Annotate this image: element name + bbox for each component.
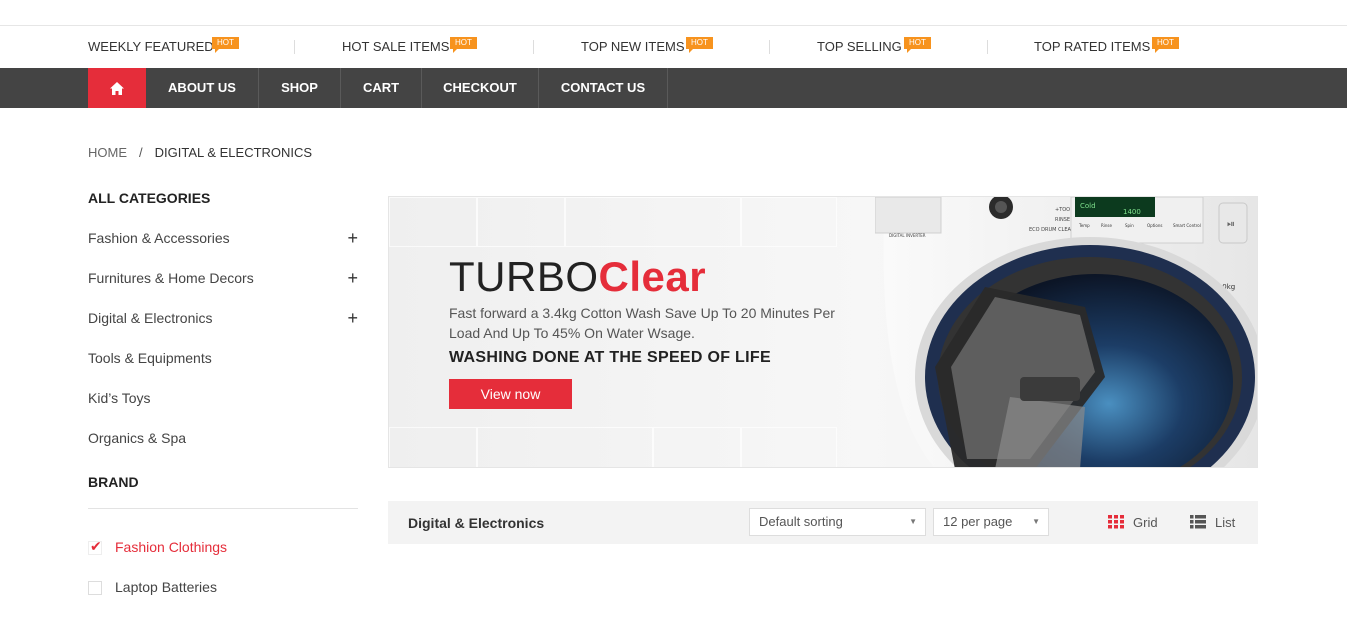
per-page-select[interactable]: 12 per page ▼	[933, 508, 1049, 536]
chevron-down-icon: ▼	[1032, 517, 1040, 526]
category-organics-spa[interactable]: Organics & Spa	[88, 430, 358, 450]
brand-checkbox[interactable]	[88, 581, 102, 595]
hot-badge: HOT	[450, 37, 477, 53]
featured-link-label: HOT SALE ITEMS	[342, 39, 450, 54]
banner-title: TURBOClear	[449, 253, 706, 301]
svg-text:Smart Control: Smart Control	[1173, 223, 1201, 228]
svg-text:Cold: Cold	[1080, 202, 1096, 210]
banner-title-part1: TURBO	[449, 253, 599, 300]
expand-plus-icon[interactable]: +	[347, 228, 358, 249]
banner-title-part2: Clear	[598, 253, 707, 300]
washing-machine-image: +TOOL RINSE+SPIN ECO DRUM CLEAN Cold 140…	[875, 197, 1257, 467]
breadcrumb-home-link[interactable]: HOME	[88, 145, 127, 160]
brand-divider	[88, 508, 358, 509]
grid-view-label: Grid	[1133, 515, 1158, 530]
featured-link-top-rated-items[interactable]: TOP RATED ITEMS HOT	[1034, 37, 1179, 54]
expand-plus-icon[interactable]: +	[347, 268, 358, 289]
svg-text:Temp: Temp	[1078, 223, 1090, 228]
sorting-select-value: Default sorting	[759, 514, 843, 529]
banner-tile	[741, 427, 837, 467]
main-nav: ABOUT US SHOP CART CHECKOUT CONTACT US	[0, 68, 1347, 108]
category-label: Kid’s Toys	[88, 390, 151, 406]
category-tools-equipments[interactable]: Tools & Equipments	[88, 350, 358, 370]
breadcrumb-separator: /	[139, 145, 143, 160]
list-icon	[1190, 515, 1206, 529]
nav-item-contact-us[interactable]: CONTACT US	[539, 68, 668, 108]
list-view-label: List	[1215, 515, 1236, 530]
featured-divider	[533, 40, 534, 54]
banner-description: Fast forward a 3.4kg Cotton Wash Save Up…	[449, 305, 835, 341]
svg-text:1400: 1400	[1123, 208, 1141, 216]
featured-link-top-new-items[interactable]: TOP NEW ITEMS HOT	[581, 37, 713, 54]
banner-tile	[389, 427, 477, 467]
svg-text:Options: Options	[1147, 223, 1162, 228]
category-fashion-accessories[interactable]: Fashion & Accessories +	[88, 228, 358, 250]
hot-badge: HOT	[904, 37, 931, 53]
nav-item-cart[interactable]: CART	[341, 68, 422, 108]
banner-tile	[477, 427, 653, 467]
banner-tile	[565, 197, 741, 247]
featured-divider	[769, 40, 770, 54]
banner-tile	[389, 197, 477, 247]
nav-item-about-us[interactable]: ABOUT US	[146, 68, 259, 108]
category-title: Digital & Electronics	[408, 515, 545, 531]
hot-badge: HOT	[1152, 37, 1179, 53]
brand-label: Fashion Clothings	[115, 539, 228, 555]
category-kids-toys[interactable]: Kid’s Toys	[88, 390, 358, 410]
grid-icon	[1108, 515, 1124, 529]
sorting-select[interactable]: Default sorting ▼	[749, 508, 926, 536]
nav-item-shop[interactable]: SHOP	[259, 68, 341, 108]
banner-tagline: WASHING DONE AT THE SPEED OF LIFE	[449, 349, 771, 366]
per-page-select-value: 12 per page	[943, 514, 1013, 529]
banner-tile	[741, 197, 837, 247]
svg-text:Spin: Spin	[1125, 223, 1134, 228]
banner-tile	[477, 197, 565, 247]
product-toolbar: Digital & Electronics Default sorting ▼ …	[388, 501, 1258, 544]
breadcrumb: HOME / DIGITAL & ELECTRONICS	[88, 145, 312, 160]
category-label: Digital & Electronics	[88, 310, 213, 326]
category-label: Fashion & Accessories	[88, 230, 230, 246]
sidebar: ALL CATEGORIES Fashion & Accessories + F…	[88, 190, 358, 595]
featured-link-top-selling[interactable]: TOP SELLING HOT	[817, 37, 931, 54]
home-icon	[110, 81, 124, 95]
featured-links-bar: WEEKLY FEATURED HOT HOT SALE ITEMS HOT T…	[88, 27, 1258, 68]
svg-text:+TOOL: +TOOL	[1055, 207, 1073, 213]
view-now-button[interactable]: View now	[449, 379, 572, 409]
category-digital-electronics[interactable]: Digital & Electronics +	[88, 308, 358, 330]
nav-item-checkout[interactable]: CHECKOUT	[422, 68, 539, 108]
featured-link-label: TOP NEW ITEMS	[581, 39, 685, 54]
checkmark-icon: ✔	[90, 538, 102, 554]
chevron-down-icon: ▼	[909, 517, 917, 526]
svg-text:DIGITAL INVERTER: DIGITAL INVERTER	[889, 233, 926, 238]
top-strip	[0, 0, 1347, 26]
featured-link-weekly-featured[interactable]: WEEKLY FEATURED HOT	[88, 37, 239, 54]
category-label: Organics & Spa	[88, 430, 187, 446]
breadcrumb-current: DIGITAL & ELECTRONICS	[154, 145, 313, 160]
hot-badge: HOT	[686, 37, 713, 53]
svg-text:Rinse: Rinse	[1101, 223, 1113, 228]
svg-text:ECO DRUM CLEAN: ECO DRUM CLEAN	[1029, 227, 1075, 233]
nav-home-button[interactable]	[88, 68, 146, 108]
svg-text:⏯: ⏯	[1227, 219, 1235, 230]
featured-link-label: WEEKLY FEATURED	[88, 39, 214, 54]
featured-link-label: TOP SELLING	[817, 39, 902, 54]
categories-heading: ALL CATEGORIES	[88, 190, 211, 206]
brand-heading: BRAND	[88, 474, 139, 490]
promo-banner: TURBOClear Fast forward a 3.4kg Cotton W…	[388, 196, 1258, 468]
banner-tile	[653, 427, 741, 467]
category-label: Furnitures & Home Decors	[88, 270, 254, 286]
category-furnitures-home-decors[interactable]: Furnitures & Home Decors +	[88, 268, 358, 290]
featured-divider	[987, 40, 988, 54]
expand-plus-icon[interactable]: +	[347, 308, 358, 329]
featured-link-hot-sale-items[interactable]: HOT SALE ITEMS HOT	[342, 37, 477, 54]
brand-label: Laptop Batteries	[115, 579, 217, 595]
featured-link-label: TOP RATED ITEMS	[1034, 39, 1151, 54]
hot-badge: HOT	[212, 37, 239, 53]
category-label: Tools & Equipments	[88, 350, 212, 366]
featured-divider	[294, 40, 295, 54]
